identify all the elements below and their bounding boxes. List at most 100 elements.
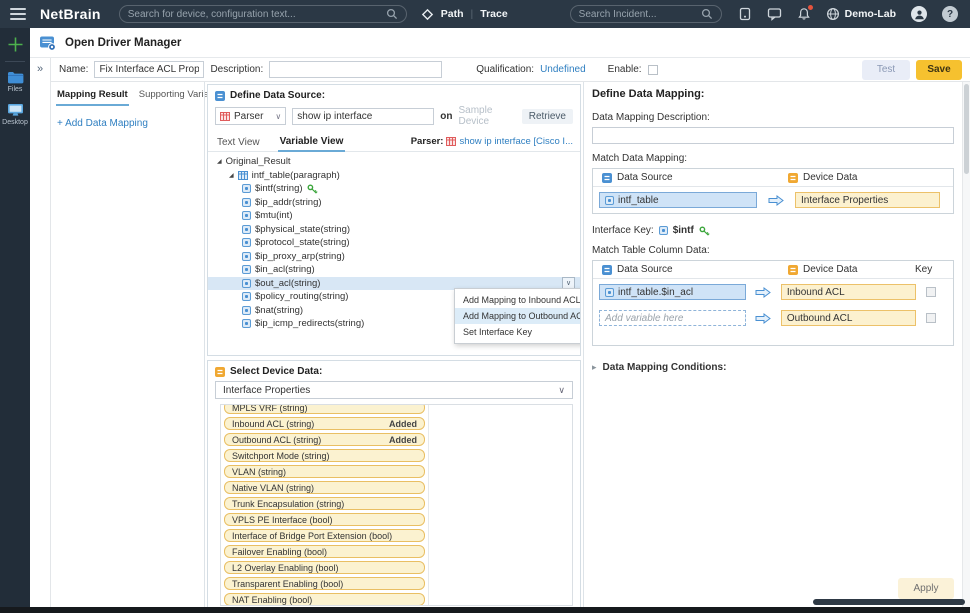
user-avatar[interactable] [911, 6, 927, 22]
tree-field-physical-state[interactable]: $physical_state(string) [208, 223, 580, 237]
key-checkbox[interactable] [926, 287, 936, 297]
variable-icon [242, 306, 251, 315]
test-button[interactable]: Test [862, 60, 910, 80]
menu-item-add-mapping-inbound-acl[interactable]: Add Mapping to Inbound ACL [455, 292, 580, 308]
variable-icon [242, 225, 251, 234]
help-icon[interactable]: ? [942, 6, 958, 22]
tenant-switcher[interactable]: Demo-Lab [826, 7, 896, 21]
device-data-column-header: Device Data [803, 264, 857, 275]
device-data-item[interactable]: Failover Enabling (bool) [224, 545, 425, 558]
tab-mapping-result[interactable]: Mapping Result [56, 86, 129, 106]
device-data-item[interactable]: Inbound ACL (string)Added [224, 417, 425, 430]
sidebar-item-label: Files [8, 86, 23, 93]
parser-command-input[interactable] [292, 108, 434, 125]
save-button[interactable]: Save [916, 60, 962, 80]
apply-button[interactable]: Apply [898, 578, 954, 599]
device-data-item[interactable]: Trunk Encapsulation (string) [224, 497, 425, 510]
device-data-item[interactable]: Transparent Enabling (bool) [224, 577, 425, 590]
topbar-separator: | [471, 8, 474, 20]
key-icon [699, 226, 710, 236]
incident-search-input[interactable]: Search Incident... [570, 5, 722, 23]
device-data-item[interactable]: NAT Enabling (bool) [224, 593, 425, 605]
mapping-result-panel: Mapping Result Supporting Variables + Ad… [51, 82, 204, 613]
description-field[interactable] [269, 61, 442, 78]
data-mapping-conditions-toggle[interactable]: ▸ Data Mapping Conditions: [592, 362, 954, 373]
parser-type-dropdown[interactable]: Parser ∨ [215, 107, 286, 125]
sidebar-item-label: Desktop [2, 119, 28, 126]
tree-node-table[interactable]: ◢ intf_table(paragraph) [208, 169, 580, 183]
variable-icon [242, 265, 251, 274]
sidebar-item-files[interactable]: Files [7, 71, 24, 93]
name-field[interactable] [94, 61, 204, 78]
mapping-source-cell[interactable]: intf_table [599, 192, 757, 208]
path-link[interactable]: Path [441, 8, 464, 20]
on-label: on [440, 111, 452, 122]
trace-link[interactable]: Trace [480, 8, 507, 20]
qualification-value-link[interactable]: Undefined [540, 64, 586, 75]
tree-field-in-acl[interactable]: $in_acl(string) [208, 263, 580, 277]
device-data-item[interactable]: Outbound ACL (string)Added [224, 433, 425, 446]
device-data-item[interactable]: Native VLAN (string) [224, 481, 425, 494]
data-mapping-description-input[interactable] [592, 127, 954, 144]
select-device-data-title: Select Device Data: [230, 366, 322, 377]
enable-label: Enable: [608, 64, 642, 75]
device-data-item[interactable]: Switchport Mode (string) [224, 449, 425, 462]
table-row: intf_table Interface Properties [593, 187, 953, 213]
variable-icon [242, 279, 251, 288]
device-data-item[interactable]: VLAN (string) [224, 465, 425, 478]
match-table-column-data-label: Match Table Column Data: [592, 245, 954, 256]
tree-caret-icon[interactable]: ◢ [229, 172, 234, 179]
device-data-list: MPLS VRF (string) Inbound ACL (string)Ad… [221, 404, 429, 605]
window-bottom-edge [0, 607, 970, 613]
key-icon [307, 184, 318, 194]
add-variable-placeholder-cell[interactable]: Add variable here [599, 310, 746, 326]
add-data-mapping-link[interactable]: + Add Data Mapping [57, 118, 204, 129]
tree-field-label: $mtu(int) [255, 210, 292, 221]
left-app-sidebar: Files Desktop [0, 28, 30, 613]
device-data-item[interactable]: L2 Overlay Enabling (bool) [224, 561, 425, 574]
match-data-mapping-table: Data Source Device Data intf [592, 168, 954, 214]
scrollbar-thumb[interactable] [964, 84, 969, 174]
device-data-category-value: Interface Properties [223, 385, 310, 396]
tree-field-ip-addr[interactable]: $ip_addr(string) [208, 196, 580, 210]
tree-node-root[interactable]: ◢ Original_Result [208, 155, 580, 169]
tab-text-view[interactable]: Text View [215, 133, 262, 151]
retrieve-button[interactable]: Retrieve [522, 109, 573, 124]
qualification-label: Qualification: [476, 64, 534, 75]
device-data-item[interactable]: VPLS PE Interface (bool) [224, 513, 425, 526]
mapping-target-cell[interactable]: Interface Properties [795, 192, 940, 208]
menu-item-add-mapping-outbound-acl[interactable]: Add Mapping to Outbound ACL [455, 308, 580, 324]
add-new-icon[interactable] [7, 36, 24, 53]
mapping-target-cell[interactable]: Outbound ACL [781, 310, 916, 326]
tree-field-protocol-state[interactable]: $protocol_state(string) [208, 236, 580, 250]
mapping-source-cell[interactable]: intf_table.$in_acl [599, 284, 746, 300]
chat-icon[interactable] [767, 7, 782, 21]
screenshot-icon[interactable] [738, 7, 752, 21]
path-icon[interactable] [421, 8, 434, 21]
chevron-down-icon: ∨ [566, 279, 571, 287]
sidebar-item-desktop[interactable]: Desktop [2, 103, 28, 126]
device-data-category-dropdown[interactable]: Interface Properties ∨ [215, 381, 573, 399]
collapse-panel-button[interactable]: » [30, 58, 51, 613]
device-data-item[interactable]: MPLS VRF (string) [224, 404, 425, 414]
device-data-item[interactable]: Interface of Bridge Port Extension (bool… [224, 529, 425, 542]
mapping-target-cell[interactable]: Inbound ACL [781, 284, 916, 300]
tree-node-label: Original_Result [226, 156, 291, 167]
search-icon[interactable] [386, 8, 398, 20]
horizontal-scrollbar-thumb[interactable] [813, 599, 965, 605]
tree-field-label: $out_acl(string) [255, 278, 320, 289]
device-search-input[interactable]: Search for device, configuration text... [119, 5, 407, 23]
enable-checkbox[interactable] [648, 65, 658, 75]
hamburger-menu-icon[interactable] [10, 8, 26, 20]
key-checkbox[interactable] [926, 313, 936, 323]
parser-name-link[interactable]: show ip interface [Cisco I... [459, 136, 573, 147]
tab-variable-view[interactable]: Variable View [278, 132, 346, 152]
vertical-scrollbar[interactable] [962, 82, 970, 613]
tree-field-intf[interactable]: $intf(string) [208, 182, 580, 196]
search-icon[interactable] [701, 8, 713, 20]
tree-field-ip-proxy-arp[interactable]: $ip_proxy_arp(string) [208, 250, 580, 264]
tree-caret-icon[interactable]: ◢ [217, 158, 222, 165]
notifications-bell-icon[interactable] [797, 7, 811, 21]
menu-item-set-interface-key[interactable]: Set Interface Key [455, 324, 580, 340]
tree-field-mtu[interactable]: $mtu(int) [208, 209, 580, 223]
